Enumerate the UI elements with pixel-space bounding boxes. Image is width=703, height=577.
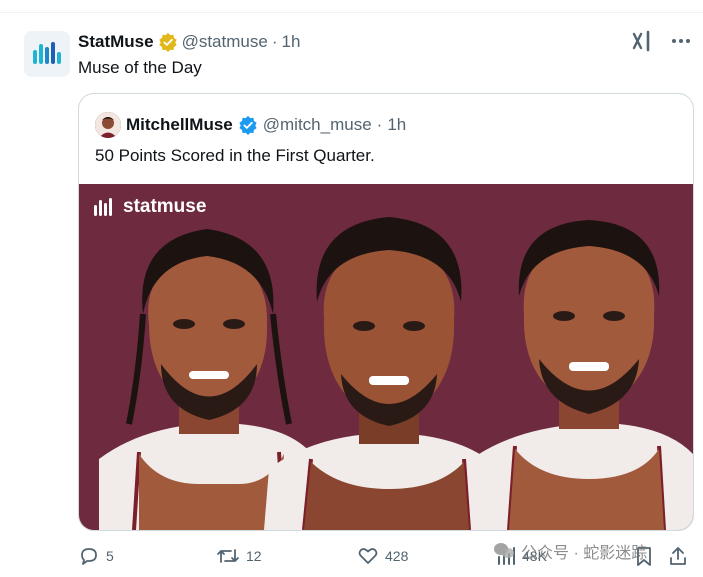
quoted-tweet-text: 50 Points Scored in the First Quarter. xyxy=(95,146,375,165)
watermark-text: 公众号 · 蛇影迷踪 xyxy=(521,545,648,562)
player-right xyxy=(474,220,693,530)
like-count: 428 xyxy=(385,548,409,564)
quoted-tweet-header: MitchellMuse @mitch_muse · 1h xyxy=(95,112,406,138)
tweet-text: Muse of the Day xyxy=(78,58,202,77)
quoted-handle[interactable]: @mitch_muse xyxy=(263,115,372,135)
like-icon xyxy=(358,548,378,564)
header-actions xyxy=(631,30,691,52)
handle[interactable]: @statmuse xyxy=(182,32,268,52)
blue-verified-icon xyxy=(239,115,257,135)
wechat-logo-icon xyxy=(494,543,514,558)
statmuse-avatar[interactable] xyxy=(24,31,70,77)
like-button[interactable]: 428 xyxy=(357,543,408,569)
statmuse-logo-icon xyxy=(24,31,70,77)
retweet-icon xyxy=(217,549,239,563)
share-icon xyxy=(670,547,686,565)
retweet-count: 12 xyxy=(246,548,262,564)
tweet-view: StatMuse @statmuse · 1h Muse of the Day xyxy=(0,0,703,577)
players-illustration xyxy=(99,217,693,530)
share-button[interactable] xyxy=(668,543,688,569)
gold-verified-icon xyxy=(158,32,177,52)
quoted-tweet[interactable]: MitchellMuse @mitch_muse · 1h 50 Points … xyxy=(78,93,694,531)
reply-count: 5 xyxy=(106,548,114,564)
quoted-media-image[interactable]: statmuse xyxy=(79,184,693,530)
more-icon[interactable] xyxy=(671,31,691,51)
tweet-header: StatMuse @statmuse · 1h xyxy=(78,31,300,53)
quoted-separator-dot: · xyxy=(376,115,383,134)
timestamp[interactable]: 1h xyxy=(281,32,300,52)
wechat-watermark: 公众号 · 蛇影迷踪 xyxy=(493,539,647,563)
reply-icon xyxy=(81,548,97,565)
quoted-avatar[interactable] xyxy=(95,112,121,138)
quoted-avatar-image xyxy=(95,112,121,138)
display-name[interactable]: StatMuse xyxy=(78,32,154,52)
separator-dot: · xyxy=(271,32,278,51)
top-divider xyxy=(0,0,703,13)
reply-button[interactable]: 5 xyxy=(78,543,114,569)
quoted-display-name[interactable]: MitchellMuse xyxy=(126,115,233,135)
grok-icon[interactable] xyxy=(631,30,653,52)
retweet-button[interactable]: 12 xyxy=(216,543,262,569)
player-center xyxy=(264,217,509,530)
quoted-timestamp[interactable]: 1h xyxy=(387,115,406,135)
